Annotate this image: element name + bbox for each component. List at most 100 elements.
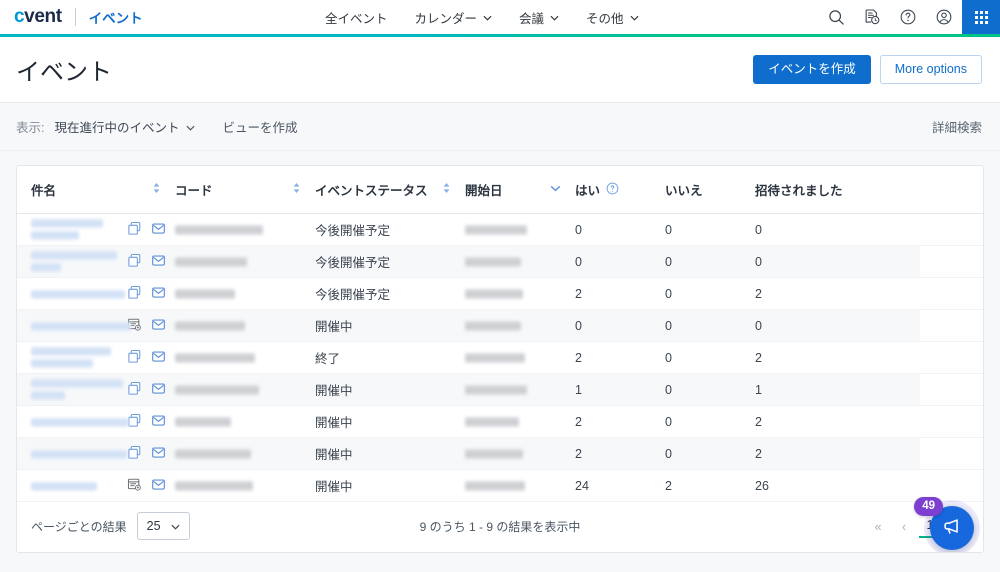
start-date-redacted — [465, 447, 524, 461]
sort-icon[interactable] — [292, 182, 309, 197]
start-date-redacted — [465, 287, 524, 301]
per-page-select[interactable]: 25 — [136, 512, 190, 540]
cell-no-count: 0 — [665, 437, 756, 470]
help-icon[interactable] — [890, 0, 926, 34]
column-header-invited[interactable]: 招待されました — [755, 166, 983, 214]
copy-icon[interactable] — [127, 413, 142, 431]
cell-yes-count: 2 — [575, 342, 665, 374]
cell-event-name[interactable] — [17, 470, 127, 502]
column-header-start-date[interactable]: 開始日 — [465, 166, 576, 214]
event-code-redacted — [175, 223, 264, 237]
envelope-icon[interactable] — [151, 285, 166, 303]
yes-count: 0 — [575, 318, 582, 333]
copy-icon[interactable] — [127, 349, 142, 367]
copy-icon[interactable] — [127, 221, 142, 239]
primary-nav-links: 全イベント カレンダー 会議 その他 — [325, 0, 639, 34]
chevron-down-icon — [171, 519, 180, 533]
column-header-code[interactable]: コード — [175, 166, 316, 214]
table-row[interactable]: 今後開催予定 0 0 0 — [17, 214, 983, 246]
nav-link-label: カレンダー — [414, 11, 478, 26]
nav-link-all-events[interactable]: 全イベント — [325, 8, 388, 27]
nav-link-calendar[interactable]: カレンダー — [415, 8, 493, 27]
envelope-icon[interactable] — [151, 253, 166, 271]
copy-icon[interactable] — [127, 445, 142, 463]
copy-icon[interactable] — [127, 381, 142, 399]
invited-count: 1 — [755, 382, 762, 397]
nav-link-meetings[interactable]: 会議 — [519, 8, 559, 27]
column-header-event-status[interactable]: イベントステータス — [315, 166, 466, 214]
envelope-icon[interactable] — [151, 413, 166, 431]
event-status-text: 今後開催予定 — [315, 256, 391, 270]
nav-link-more[interactable]: その他 — [586, 8, 639, 27]
cell-event-name[interactable] — [17, 278, 127, 310]
yes-count: 24 — [575, 478, 589, 493]
cell-invited-count: 2 — [755, 437, 921, 470]
cell-event-status: 今後開催予定 — [315, 278, 465, 310]
copy-icon[interactable] — [127, 253, 142, 271]
table-row[interactable]: 終了 2 0 2 — [17, 342, 983, 374]
chevron-down-icon — [483, 10, 492, 24]
table-row[interactable]: 開催中 1 0 1 — [17, 373, 983, 406]
cell-invited-count: 26 — [755, 470, 920, 502]
envelope-icon[interactable] — [151, 445, 166, 463]
column-header-no[interactable]: いいえ — [665, 166, 756, 214]
table-row[interactable]: 開催中 0 0 0 — [17, 309, 983, 342]
cell-event-name[interactable] — [17, 406, 129, 438]
table-row[interactable]: 開催中 24 2 26 — [17, 470, 983, 502]
yes-count: 2 — [575, 286, 582, 301]
sort-desc-icon[interactable] — [550, 185, 569, 195]
table-row[interactable]: 開催中 2 0 2 — [17, 406, 983, 438]
cell-event-name[interactable] — [17, 309, 131, 342]
sort-icon[interactable] — [152, 182, 169, 197]
envelope-icon[interactable] — [151, 477, 166, 495]
pagination-first[interactable]: « — [867, 514, 889, 538]
cell-event-name[interactable] — [17, 342, 127, 374]
calendar-lock-icon[interactable] — [127, 477, 142, 495]
invited-count: 2 — [755, 350, 762, 365]
cell-event-name[interactable] — [17, 437, 127, 470]
no-count: 0 — [665, 446, 672, 461]
account-icon[interactable] — [926, 0, 962, 34]
sort-icon[interactable] — [442, 182, 459, 197]
search-icon[interactable] — [818, 0, 854, 34]
more-options-button[interactable]: More options — [879, 55, 982, 84]
yes-count: 2 — [575, 414, 582, 429]
cell-start-date — [465, 437, 576, 470]
table-row[interactable]: 開催中 2 0 2 — [17, 437, 983, 470]
column-header-yes[interactable]: はい — [575, 166, 666, 214]
cell-event-name[interactable] — [17, 214, 127, 246]
help-icon[interactable] — [606, 182, 619, 198]
envelope-icon[interactable] — [151, 381, 166, 399]
cell-row-actions — [127, 470, 175, 502]
yes-count: 2 — [575, 446, 582, 461]
view-selector[interactable]: 現在進行中のイベント — [54, 117, 195, 136]
table-footer-wrapper: ページごとの結果 25 9 のうち 1 - 9 の結果を表示中 « ‹ 1 › — [17, 497, 983, 552]
envelope-icon[interactable] — [151, 349, 166, 367]
table-row[interactable]: 今後開催予定 0 0 0 — [17, 245, 983, 278]
cell-start-date — [465, 342, 575, 374]
no-count: 0 — [665, 286, 672, 301]
cell-event-name[interactable] — [17, 373, 127, 406]
column-header-name[interactable]: 件名 — [17, 166, 176, 214]
envelope-icon[interactable] — [151, 221, 166, 239]
cell-event-name[interactable] — [17, 245, 127, 278]
envelope-icon[interactable] — [151, 317, 166, 335]
cell-start-date — [465, 309, 576, 342]
cvent-logo[interactable]: cvent — [14, 6, 62, 28]
copy-icon[interactable] — [127, 285, 142, 303]
cell-event-code — [175, 437, 316, 470]
cell-event-code — [175, 278, 315, 310]
no-count: 0 — [665, 350, 672, 365]
report-clock-icon[interactable] — [854, 0, 890, 34]
app-grid-icon[interactable] — [962, 0, 1000, 34]
create-view-link[interactable]: ビューを作成 — [223, 117, 298, 136]
table-row[interactable]: 今後開催予定 2 0 2 — [17, 278, 983, 310]
chevron-down-icon — [550, 10, 559, 24]
advanced-search-link[interactable]: 詳細検索 — [932, 117, 982, 136]
create-event-button[interactable]: イベントを作成 — [753, 55, 871, 84]
pagination-prev[interactable]: ‹ — [893, 514, 915, 538]
brand-app-name[interactable]: イベント — [89, 7, 143, 27]
no-count: 0 — [665, 254, 672, 269]
cell-no-count: 0 — [665, 309, 756, 342]
cell-yes-count: 1 — [575, 373, 666, 406]
